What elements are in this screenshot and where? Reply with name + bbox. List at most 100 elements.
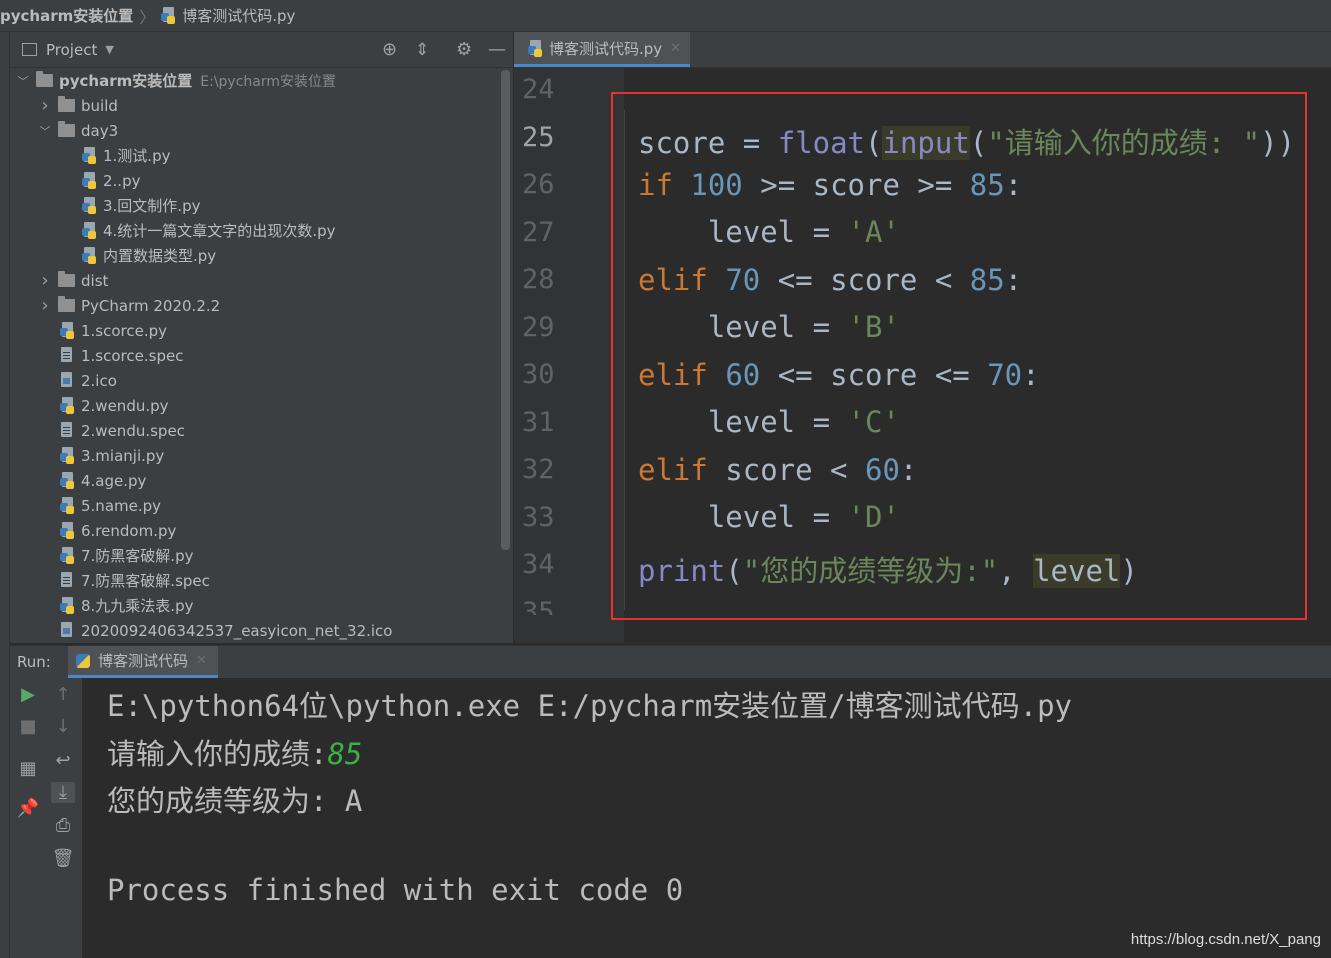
tree-item-label: 2.wendu.py [81,396,169,415]
tree-item[interactable]: 3.mianji.py [60,443,164,468]
rerun-icon[interactable]: ▶ [16,684,40,705]
tree-item[interactable]: 1.scorce.spec [60,343,183,368]
arrow-down-icon[interactable]: ↓ [51,716,75,737]
tree-item[interactable]: 1.scorce.py [60,318,167,343]
python-file-icon [82,247,99,264]
soft-wrap-icon[interactable]: ↩ [51,750,75,771]
tree-item[interactable]: 4.age.py [60,468,146,493]
minimize-icon[interactable]: — [488,39,506,60]
gear-icon[interactable]: ⚙ [456,39,472,60]
tree-item-label: 7.防黑客破解.py [81,547,194,565]
tree-item[interactable]: 2020092406342537_easyicon_net_32.ico [60,618,392,643]
line-number: 24 [522,74,555,105]
tree-item[interactable]: 2.wendu.spec [60,418,185,443]
red-highlight-box [611,92,1307,620]
tree-item[interactable]: › build [38,93,118,118]
python-file-icon [82,172,99,189]
spec-file-icon [60,422,74,439]
line-number: 25 [522,121,555,153]
tree-item-label: 1.测试.py [103,147,171,165]
tree-item[interactable]: 2.wendu.py [60,393,169,418]
tree-item-label: 2.wendu.spec [81,421,185,440]
collapse-all-icon[interactable]: ⇕ [415,40,429,60]
run-panel-header: Run: 博客测试代码 ✕ [10,645,1331,679]
tree-item-label: dist [81,271,109,290]
tree-item[interactable]: 3.回文制作.py [82,193,200,218]
tree-item[interactable]: 8.九九乘法表.py [60,593,193,618]
tree-item[interactable]: 2..py [82,168,140,193]
project-panel-title[interactable]: Project [46,41,97,59]
chevron-down-icon[interactable]: ﹀ [16,73,30,89]
tree-item[interactable]: 内置数据类型.py [82,243,216,268]
console-user-input: 85 [327,737,363,771]
tree-item-label: 6.rendom.py [81,521,177,540]
print-icon[interactable]: ⎙ [51,815,75,836]
chevron-down-icon[interactable]: ﹀ [38,123,52,139]
line-number: 29 [522,311,555,343]
tree-item[interactable]: 6.rendom.py [60,518,176,543]
tree-item[interactable]: › dist [38,268,108,293]
python-file-icon [60,447,77,464]
python-file-icon [82,222,99,239]
editor-tab-bar: 博客测试代码.py ✕ [514,32,1331,68]
layout-icon[interactable]: ▦ [16,758,40,779]
breadcrumb: pycharm安装位置 〉 博客测试代码.py [0,0,1331,32]
folder-icon [58,96,75,112]
tree-item[interactable]: › PyCharm 2020.2.2 [38,293,220,318]
editor-tab[interactable]: 博客测试代码.py ✕ [514,32,690,67]
chevron-right-icon[interactable]: › [38,295,52,316]
close-icon[interactable]: ✕ [670,41,681,56]
folder-icon [58,271,75,287]
python-file-icon [82,147,99,164]
scroll-to-end-icon[interactable]: ⤓ [51,782,75,803]
arrow-up-icon[interactable]: ↑ [51,684,75,705]
chevron-down-icon[interactable]: ▼ [105,43,113,56]
tree-item-label: 3.回文制作.py [103,197,201,215]
tree-root[interactable]: ﹀ pycharm安装位置 E:\pycharm安装位置 [16,68,336,93]
image-file-icon [60,372,74,389]
python-file-icon [60,522,77,539]
tree-item[interactable]: 7.防黑客破解.py [60,543,193,568]
close-icon[interactable]: ✕ [196,653,207,668]
project-panel-header: Project ▼ ⊕ ⇕ ⚙ — [10,32,513,68]
run-tab[interactable]: 博客测试代码 ✕ [68,646,218,678]
line-number: 34 [522,549,555,580]
chevron-right-icon[interactable]: › [38,270,52,291]
tree-item-label: 5.name.py [81,496,162,515]
tree-item-label: 内置数据类型.py [103,247,217,265]
tree-item-label: 4.age.py [81,471,147,490]
tree-item[interactable]: 7.防黑客破解.spec [60,568,210,593]
folder-icon [36,71,53,87]
folder-icon [58,296,75,312]
tree-item-label: 4.统计一篇文章文字的出现次数.py [103,222,336,240]
breadcrumb-file[interactable]: 博客测试代码.py [182,5,295,26]
tree-item-label: 1.scorce.spec [81,346,184,365]
locate-icon[interactable]: ⊕ [382,39,397,60]
python-file-icon [60,547,77,564]
image-file-icon [60,622,74,639]
tree-item[interactable]: ﹀ day3 [38,118,118,143]
python-file-icon [60,497,77,514]
tree-item[interactable]: 2.ico [60,368,117,393]
tree-item[interactable]: 1.测试.py [82,143,170,168]
tree-item[interactable]: 4.统计一篇文章文字的出现次数.py [82,218,335,243]
trash-icon[interactable]: 🗑 [51,848,75,869]
tree-item-label: 2.ico [81,371,117,390]
tree-scrollbar[interactable] [501,70,510,550]
python-file-icon [82,197,99,214]
tree-item-label: day3 [81,121,119,140]
run-label: Run: [17,653,51,671]
line-number: 26 [522,169,555,200]
breadcrumb-project[interactable]: pycharm安装位置 [0,5,133,26]
chevron-right-icon[interactable]: › [38,95,52,116]
tree-item-label: 7.防黑客破解.spec [81,572,210,590]
pin-icon[interactable]: 📌 [16,798,40,819]
python-file-icon [60,472,77,489]
python-file-icon [60,397,77,414]
stop-icon[interactable]: ■ [16,716,40,737]
breadcrumb-separator-icon: 〉 [139,7,156,27]
tree-item[interactable]: 5.name.py [60,493,161,518]
python-file-icon [60,322,77,339]
console-line-command: E:\python64位\python.exe E:/pycharm安装位置/博… [107,689,1073,723]
folder-icon [58,121,75,137]
